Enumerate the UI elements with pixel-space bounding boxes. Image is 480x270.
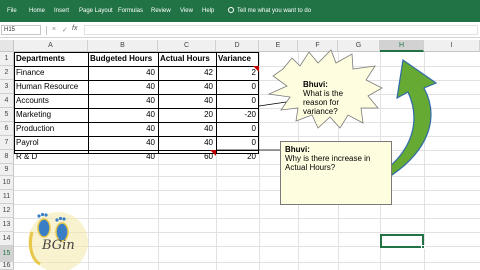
comment-indicator [210, 150, 216, 156]
logo-icon [28, 212, 88, 270]
comment-text: What is the reason for variance? [303, 89, 344, 116]
comment-indicator [253, 66, 259, 72]
selected-cell[interactable] [380, 234, 425, 249]
comment-actual-hours[interactable]: Bhuvi: Why is there increase in Actual H… [280, 141, 392, 205]
logo-text: BGin [42, 238, 75, 253]
fill-handle[interactable] [421, 245, 425, 249]
comment-author: Bhuvi: [303, 80, 328, 89]
comment-text: Why is there increase in Actual Hours? [285, 154, 371, 172]
comment-author: Bhuvi: [285, 145, 310, 154]
comment-variance[interactable]: Bhuvi: What is the reason for variance? [303, 80, 367, 116]
curved-arrow-shape [387, 58, 438, 176]
